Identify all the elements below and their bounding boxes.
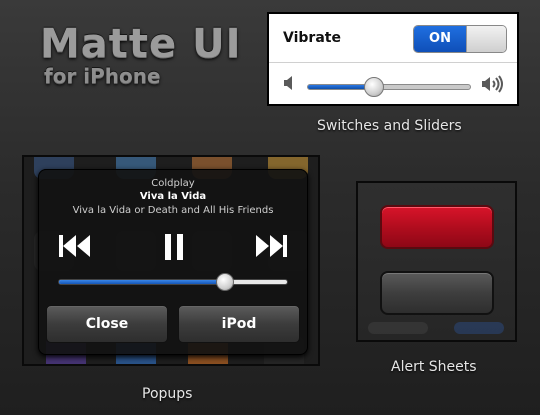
popup-demo: Coldplay Viva la Vida Viva la Vida or De… xyxy=(22,155,320,366)
playback-slider-thumb[interactable] xyxy=(216,273,235,291)
next-track-icon[interactable] xyxy=(254,233,288,263)
vibrate-row: Vibrate ON xyxy=(269,14,517,63)
close-button[interactable]: Close xyxy=(46,305,168,343)
volume-slider-thumb[interactable] xyxy=(364,77,385,97)
now-playing-popup: Coldplay Viva la Vida Viva la Vida or De… xyxy=(38,169,308,355)
now-playing-album: Viva la Vida or Death and All His Friend… xyxy=(72,205,274,216)
vibrate-switch[interactable]: ON xyxy=(413,25,507,53)
switches-caption: Switches and Sliders xyxy=(317,118,462,134)
playback-slider[interactable] xyxy=(58,273,288,291)
alert-sheet-demo xyxy=(356,181,517,342)
background-hint xyxy=(454,322,504,334)
cancel-alert-button[interactable] xyxy=(380,271,494,315)
settings-panel: Vibrate ON xyxy=(267,12,519,106)
playback-slider-fill xyxy=(59,280,226,284)
destructive-alert-button[interactable] xyxy=(380,205,494,249)
switch-on-label: ON xyxy=(414,26,466,52)
app-title: Matte UI xyxy=(40,21,242,67)
speaker-loud-icon xyxy=(481,75,505,97)
alert-sheets-caption: Alert Sheets xyxy=(391,359,477,375)
volume-row xyxy=(269,62,517,106)
title-block: Matte UI for iPhone xyxy=(40,22,241,88)
pause-icon[interactable] xyxy=(163,233,185,265)
previous-track-icon[interactable] xyxy=(58,233,92,263)
app-subtitle: for iPhone xyxy=(44,64,161,88)
now-playing-artist: Coldplay xyxy=(151,178,195,189)
volume-slider[interactable] xyxy=(307,77,471,97)
speaker-icon xyxy=(283,75,297,95)
switch-knob[interactable] xyxy=(466,26,506,52)
now-playing-song: Viva la Vida xyxy=(139,191,207,202)
vibrate-label: Vibrate xyxy=(283,30,341,46)
background-hint xyxy=(368,322,428,334)
popups-caption: Popups xyxy=(142,386,193,402)
ipod-button[interactable]: iPod xyxy=(178,305,300,343)
